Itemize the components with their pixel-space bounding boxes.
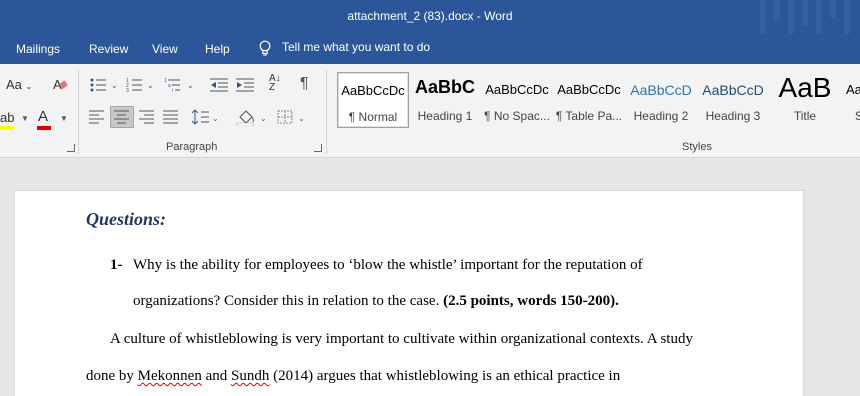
tell-me-text: Tell me what you want to do	[282, 40, 431, 55]
svg-text:i: i	[172, 88, 173, 93]
style-preview: AaBbCcD	[630, 82, 692, 98]
font-color-button[interactable]: A	[37, 108, 51, 130]
pilcrow-icon: ¶	[300, 75, 309, 92]
title-bar: attachment_2 (83).docx - Word	[0, 0, 860, 34]
style-preview: AaBbC	[415, 77, 476, 97]
increase-indent-icon[interactable]	[236, 77, 256, 93]
question-number: 1-	[110, 257, 123, 273]
style-heading-2[interactable]: AaBbCcD Heading 2	[625, 72, 697, 128]
document-canvas[interactable]: Questions: 1- Why is the ability for emp…	[0, 158, 860, 396]
borders-icon[interactable]	[277, 110, 293, 124]
multilevel-list-icon[interactable]: 1ai	[164, 77, 182, 93]
question-line-2: organizations? Consider this in relation…	[133, 293, 619, 310]
style-normal[interactable]: AaBbCcDc ¶ Normal	[337, 72, 409, 128]
paragraph-group-label: Paragraph	[166, 141, 218, 153]
multilevel-dropdown-icon[interactable]: ⌄	[187, 81, 194, 90]
style-name: Heading 1	[417, 109, 473, 123]
spelling-error-name[interactable]: Mekonnen	[138, 368, 202, 384]
sort-button[interactable]: A↓Z	[269, 73, 285, 93]
style-preview: AaBbCcDc	[557, 82, 621, 97]
style-heading-3[interactable]: AaBbCcD Heading 3	[697, 72, 769, 128]
highlight-color-button[interactable]: ab	[0, 110, 15, 130]
tell-me-search[interactable]: Tell me what you want to do	[258, 40, 430, 56]
style-subtitle-partial[interactable]: Aa S	[841, 72, 860, 128]
font-dialog-launcher-icon[interactable]	[67, 144, 75, 152]
group-separator	[78, 70, 79, 154]
style-name: ¶ No Spac...	[484, 109, 550, 123]
spelling-error-name[interactable]: Sundh	[231, 368, 269, 384]
shading-icon[interactable]	[236, 108, 256, 126]
svg-text:3: 3	[126, 88, 129, 93]
shading-dropdown-icon[interactable]: ⌄	[260, 114, 267, 123]
highlight-dropdown-icon[interactable]: ▼	[21, 114, 29, 123]
style-name: ¶ Normal	[348, 110, 398, 124]
borders-dropdown-icon[interactable]: ⌄	[298, 114, 305, 123]
svg-text:a: a	[168, 83, 171, 89]
tab-mailings[interactable]: Mailings	[16, 42, 60, 56]
answer-line-2: done by Mekonnen and Sundh (2014) argues…	[86, 368, 620, 385]
align-left-icon[interactable]	[89, 110, 105, 124]
line-spacing-icon[interactable]	[192, 109, 210, 125]
style-preview: AaBbCcDc	[341, 83, 405, 98]
tab-view[interactable]: View	[152, 42, 178, 56]
decrease-indent-icon[interactable]	[210, 77, 230, 93]
style-name: Heading 2	[633, 109, 689, 123]
justify-icon[interactable]	[163, 110, 179, 124]
style-preview: AaB	[778, 72, 832, 103]
questions-heading: Questions:	[86, 209, 167, 229]
style-preview: AaBbCcDc	[485, 82, 549, 97]
show-formatting-marks-button[interactable]: ¶	[300, 75, 309, 93]
font-color-label: A	[38, 108, 49, 125]
styles-group-label: Styles	[682, 141, 712, 153]
paragraph-dialog-launcher-icon[interactable]	[314, 144, 322, 152]
clear-formatting-icon[interactable]: A	[52, 76, 68, 92]
tab-help[interactable]: Help	[205, 42, 230, 56]
answer-text: and	[205, 368, 228, 384]
document-page[interactable]: Questions: 1- Why is the ability for emp…	[14, 190, 804, 396]
line-spacing-dropdown-icon[interactable]: ⌄	[212, 114, 219, 123]
ribbon-tab-bar: Mailings Review View Help Tell me what y…	[0, 34, 860, 64]
align-right-icon[interactable]	[139, 110, 155, 124]
numbering-dropdown-icon[interactable]: ⌄	[147, 81, 154, 90]
align-center-icon[interactable]	[114, 110, 130, 124]
font-color-swatch	[37, 126, 51, 130]
style-name: S	[855, 109, 860, 123]
bullets-dropdown-icon[interactable]: ⌄	[111, 81, 118, 90]
change-case-label: Aa	[6, 77, 22, 92]
title-bar-decoration	[750, 0, 860, 34]
style-name: Heading 3	[705, 109, 761, 123]
tab-review[interactable]: Review	[89, 42, 128, 56]
style-table-paragraph[interactable]: AaBbCcDc ¶ Table Pa...	[553, 72, 625, 128]
change-case-button[interactable]: Aa ⌄	[6, 77, 32, 92]
question-line-1: Why is the ability for employees to ‘blo…	[133, 257, 643, 273]
font-color-dropdown-icon[interactable]: ▼	[60, 114, 68, 123]
style-no-spacing[interactable]: AaBbCcDc ¶ No Spac...	[481, 72, 553, 128]
answer-text: done by	[86, 368, 134, 384]
highlight-label: ab	[0, 110, 15, 125]
style-preview: Aa	[846, 82, 860, 97]
svg-text:1: 1	[164, 78, 167, 84]
ribbon: Aa ⌄ A ab ▼ A ▼ ⌄ 123 ⌄ 1ai ⌄ A↓Z ¶ ⌄ ⌄ …	[0, 64, 860, 158]
numbering-icon[interactable]: 123	[126, 77, 144, 93]
style-title[interactable]: AaB Title	[769, 72, 841, 128]
lightbulb-icon	[259, 40, 271, 56]
question-text: organizations? Consider this in relation…	[133, 293, 440, 309]
group-separator	[326, 70, 327, 154]
window-title: attachment_2 (83).docx - Word	[347, 9, 513, 23]
bullets-icon[interactable]	[90, 77, 108, 93]
style-heading-1[interactable]: AaBbC Heading 1	[409, 72, 481, 128]
question-points: (2.5 points, words 150-200).	[443, 293, 619, 309]
answer-text: (2014) argues that whistleblowing is an …	[273, 368, 621, 384]
style-preview: AaBbCcD	[702, 82, 764, 98]
style-name: Title	[793, 109, 817, 123]
highlight-color-swatch	[0, 126, 14, 130]
answer-line-1: A culture of whistleblowing is very impo…	[110, 331, 693, 347]
sort-icon: A↓Z	[269, 73, 281, 93]
style-name: ¶ Table Pa...	[555, 109, 623, 123]
